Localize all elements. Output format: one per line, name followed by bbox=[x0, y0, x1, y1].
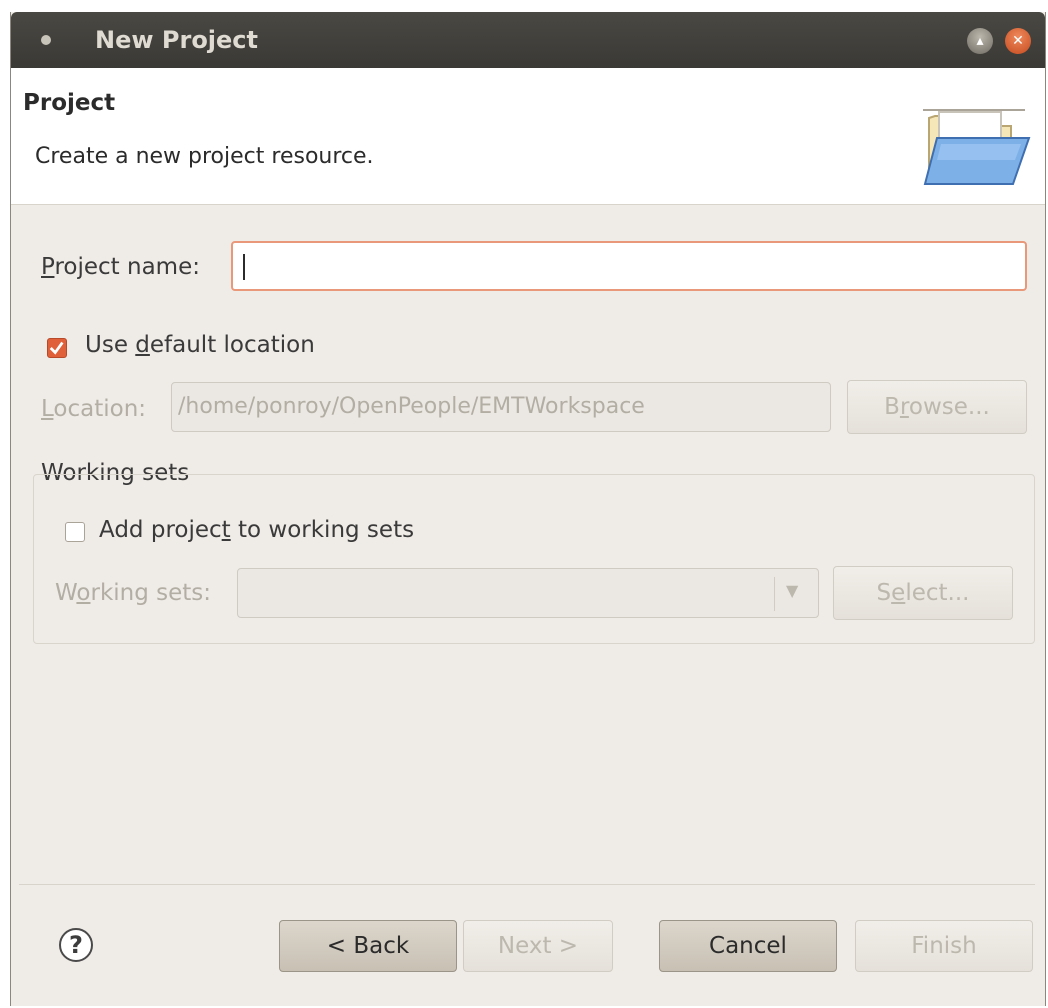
wizard-header: Project Create a new project resource. bbox=[11, 68, 1045, 205]
project-name-input[interactable] bbox=[231, 241, 1027, 291]
add-to-working-sets-checkbox[interactable] bbox=[65, 522, 85, 542]
finish-button: Finish bbox=[855, 920, 1033, 972]
project-name-label: Project name: bbox=[41, 254, 200, 280]
checkmark-icon bbox=[49, 341, 64, 355]
cancel-button[interactable]: Cancel bbox=[659, 920, 837, 972]
use-default-location-label[interactable]: Use default location bbox=[85, 332, 315, 358]
browse-button: Browse... bbox=[847, 380, 1027, 434]
location-label: Location: bbox=[41, 396, 147, 422]
window-menu-icon[interactable] bbox=[41, 35, 51, 45]
add-to-working-sets-label[interactable]: Add project to working sets bbox=[99, 517, 414, 543]
location-input: /home/ponroy/OpenPeople/EMTWorkspace bbox=[171, 382, 831, 432]
text-caret bbox=[243, 254, 245, 280]
select-button: Select... bbox=[833, 566, 1013, 620]
footer-divider bbox=[19, 884, 1035, 885]
page-title: Project bbox=[23, 90, 116, 116]
working-sets-combo: ▼ bbox=[237, 568, 819, 618]
next-button: Next > bbox=[463, 920, 613, 972]
combo-separator bbox=[774, 577, 775, 611]
new-project-dialog: New Project ▴ ✕ Project Create a new pro… bbox=[10, 12, 1046, 1006]
page-description: Create a new project resource. bbox=[35, 144, 374, 169]
dropdown-arrow-icon: ▼ bbox=[786, 581, 799, 600]
title-bar[interactable]: New Project ▴ ✕ bbox=[11, 12, 1045, 68]
window-title: New Project bbox=[95, 26, 259, 54]
folder-open-icon bbox=[923, 109, 1031, 185]
help-icon[interactable]: ? bbox=[59, 928, 93, 962]
use-default-location-checkbox[interactable] bbox=[47, 338, 67, 358]
close-icon[interactable]: ✕ bbox=[1005, 28, 1031, 54]
working-sets-label: Working sets: bbox=[55, 580, 212, 606]
back-button[interactable]: < Back bbox=[279, 920, 457, 972]
maximize-icon[interactable]: ▴ bbox=[967, 28, 993, 54]
